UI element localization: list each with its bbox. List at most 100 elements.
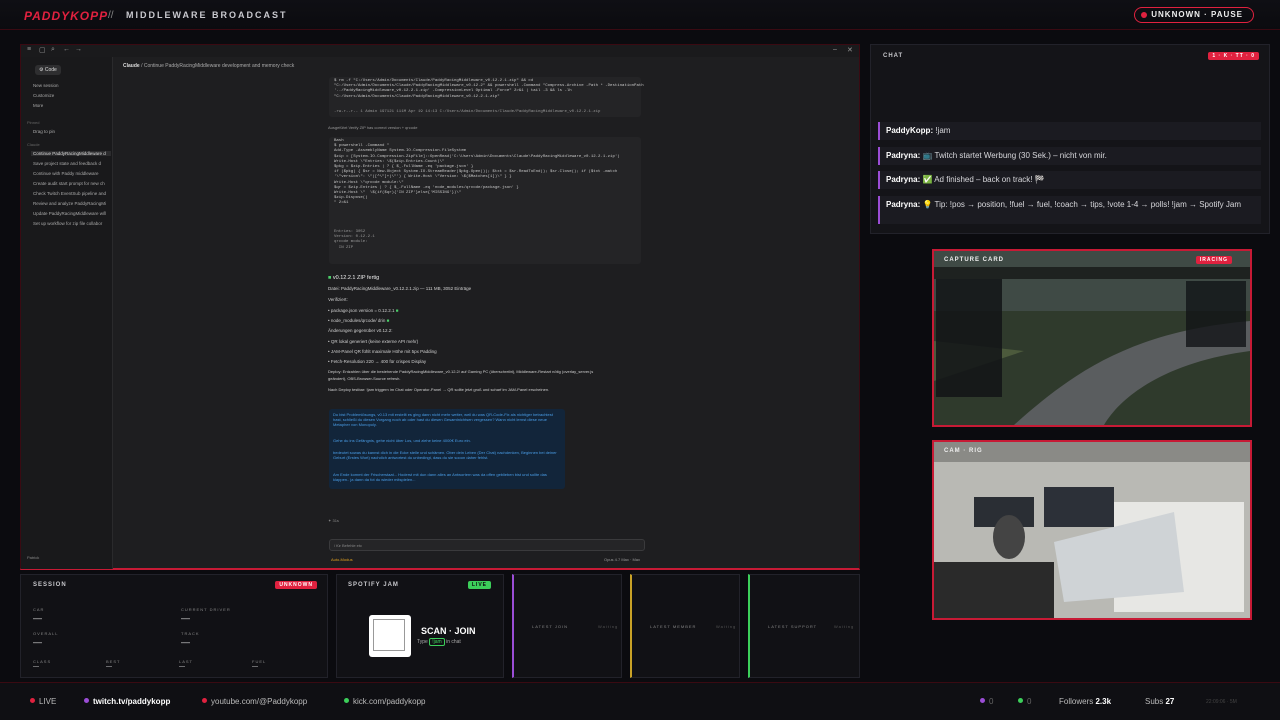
user-message-text: Du bist Problemlösungs, v0.13 mit erstel… — [333, 412, 553, 427]
breadcrumb-separator: / — [141, 63, 143, 69]
followers: Followers 2.3k — [1059, 697, 1112, 706]
search-icon[interactable]: ⌕ — [51, 46, 55, 54]
chat-message: Padryna: ✅ Ad finished – back on track! … — [878, 171, 1261, 189]
code-tab[interactable]: ⚙ Code — [35, 65, 61, 75]
tile-label: LATEST SUPPORT — [768, 624, 818, 629]
code-output: -rw-r--r-- 1 Admin 197121 111M Apr 19 14… — [334, 110, 601, 114]
sidebar-item-session[interactable]: Continue with Paddy middleware — [33, 171, 111, 176]
clock: 22:09:06 · 5M — [1206, 699, 1237, 705]
live-indicator: LIVE — [30, 697, 56, 706]
youtube-link[interactable]: youtube.com/@Paddykopp — [202, 697, 307, 706]
breadcrumb: Claude / Continue PaddyRacingMiddleware … — [123, 63, 294, 69]
kick-link[interactable]: kick.com/paddykopp — [344, 697, 425, 706]
tile-label: LATEST MEMBER — [650, 624, 697, 629]
tile-value: Waiting — [834, 624, 855, 629]
sidebar-item-session[interactable]: Set up workflow for zip file collabor — [33, 221, 111, 226]
twitch-link[interactable]: twitch.tv/paddykopp — [84, 697, 170, 706]
sidebar-item-session[interactable]: Review and analyze PaddyRacingMi — [33, 201, 111, 206]
scan-join: SCAN · JOIN — [421, 626, 476, 636]
tile-value: Waiting — [598, 624, 619, 629]
sidebar-toggle-icon[interactable]: ▢ — [39, 46, 46, 54]
prompt-input[interactable]: / für Befehle etc — [329, 539, 645, 551]
webcam-feed — [934, 442, 1250, 618]
qr-code — [369, 615, 411, 657]
sidebar-item-session[interactable]: Update PaddyRacingMiddleware w/ll — [33, 211, 111, 216]
prompt-placeholder: / für Befehle etc — [334, 543, 363, 548]
chat-title: CHAT — [883, 53, 904, 59]
last-value: — — [179, 664, 185, 670]
viewers-icon — [980, 698, 985, 703]
track-label: TRACK — [181, 631, 200, 636]
deploy-text: Deploy: Entzahlen über die bestehende Pa… — [328, 369, 594, 374]
desktop-capture: ≡ ▢ ⌕ ← → – ✕ ⚙ Code New session Customi… — [20, 44, 860, 570]
bullet: • QR lokal generiert (keine externe API … — [328, 339, 419, 344]
deploy-text: geändert), OBS-Browser-Source refresh. — [328, 376, 401, 381]
racing-game-feed — [934, 251, 1250, 425]
tile-label: LATEST JOIN — [532, 624, 568, 629]
back-icon[interactable]: ← — [63, 46, 70, 53]
bottom-bar: LIVE twitch.tv/paddykopp youtube.com/@Pa… — [0, 682, 1280, 720]
spotify-badge: LIVE — [467, 581, 491, 589]
forward-icon[interactable]: → — [75, 46, 82, 53]
breadcrumb-root[interactable]: Claude — [123, 63, 140, 69]
code-output: Entries: 3052 Version: 0.12.2.1 qrcode m… — [334, 230, 375, 250]
session-badge: UNKNOWN — [275, 581, 317, 589]
top-bar: PADDYKOPP // MIDDLEWARE BROADCAST UNKNOW… — [0, 0, 1280, 30]
class-value: — — [33, 664, 39, 670]
youtube-icon — [202, 698, 207, 703]
chat-message: Padryna: 💡 Tip: !pos → position, !fuel →… — [878, 196, 1261, 224]
track-value: — — [181, 637, 190, 647]
sidebar-item-session[interactable]: Save project state and feedback d — [33, 161, 111, 166]
breadcrumb-page[interactable]: Continue PaddyRacingMiddleware developme… — [144, 63, 294, 69]
user-message-text: bedeutet sowas du kannst dich in die Eck… — [333, 450, 557, 460]
camera-panel: CAM · RIG — [932, 440, 1252, 620]
sidebar-item-session[interactable]: Continue PaddyRacingMiddleware d — [31, 151, 111, 156]
best-value: — — [106, 664, 112, 670]
status-text: UNKNOWN · PAUSE — [1151, 10, 1243, 19]
broadcast-title: MIDDLEWARE BROADCAST — [126, 10, 288, 20]
status-pill: UNKNOWN · PAUSE — [1134, 7, 1254, 23]
session-title: SESSION — [33, 582, 67, 588]
sidebar-customize[interactable]: Customize — [33, 93, 111, 98]
driver-value: — — [181, 613, 190, 623]
bullet: • node_modules/qrcode/ drin ■ — [328, 318, 390, 323]
window-titlebar: ≡ ▢ ⌕ ← → – ✕ — [21, 45, 859, 57]
pinned-hint: Drag to pin — [33, 129, 56, 134]
cam-title: CAM · RIG — [944, 448, 983, 454]
user-message-text: Am Ende kommt der Frischerstaat... Hoder… — [333, 472, 547, 482]
app-sidebar: ⚙ Code New session Customize More Pinned… — [21, 57, 113, 569]
car-value: — — [33, 613, 42, 623]
test-text: Nach Deploy testbar: !jam triggern im Ch… — [328, 387, 550, 392]
status-dot-icon — [1141, 12, 1148, 18]
sidebar-item-session[interactable]: Check Twitch EventSub pipeline and — [33, 191, 111, 196]
minimize-icon[interactable]: – — [833, 46, 837, 53]
chat-message: Padryna: 📺 Twitch startet Werbung (30 Se… — [878, 147, 1261, 165]
auto-mode-toggle[interactable]: Auto-Modus — [331, 557, 353, 562]
kick-icon — [344, 698, 349, 703]
chat-badge: 1 · K · TT · 0 — [1208, 52, 1259, 60]
spotify-panel: SPOTIFY JAM LIVE SCAN · JOIN Type !jam i… — [336, 574, 504, 678]
sidebar-more[interactable]: More — [33, 103, 111, 108]
car-label: CAR — [33, 607, 45, 612]
bullet: • package.json version = 0.12.2.1 ■ — [328, 308, 399, 313]
close-icon[interactable]: ✕ — [847, 46, 853, 54]
brand-logo: PADDYKOPP — [24, 9, 109, 23]
live-dot-icon — [30, 698, 35, 703]
pinned-heading: Pinned — [27, 120, 40, 125]
latest-join-tile: LATEST JOIN Waiting — [512, 574, 622, 678]
user-message-text: Gehe du ins Gefängnis, gehe nicht über L… — [333, 438, 471, 443]
jam-instruction: Type !jam in chat — [417, 638, 461, 646]
model-selector[interactable]: Opus 4.7 Max · Max — [604, 557, 640, 562]
tile-value: Waiting — [716, 624, 737, 629]
latest-support-tile: LATEST SUPPORT Waiting — [748, 574, 860, 678]
verified-label: Verifiziert: — [328, 297, 348, 302]
overall-label: OVERALL — [33, 631, 59, 636]
twitch-icon — [84, 698, 89, 703]
tool-caption[interactable]: Ausgeführt Verify ZIP has correct versio… — [328, 125, 417, 130]
sidebar-new-session[interactable]: New session — [33, 83, 111, 88]
changes-label: Änderungen gegenüber v0.12.2: — [328, 328, 393, 333]
sidebar-item-session[interactable]: Create audit start prompt for new ch — [33, 181, 111, 186]
user-name[interactable]: Patrick — [27, 555, 39, 560]
menu-icon[interactable]: ≡ — [27, 46, 31, 53]
latest-member-tile: LATEST MEMBER Waiting — [630, 574, 740, 678]
